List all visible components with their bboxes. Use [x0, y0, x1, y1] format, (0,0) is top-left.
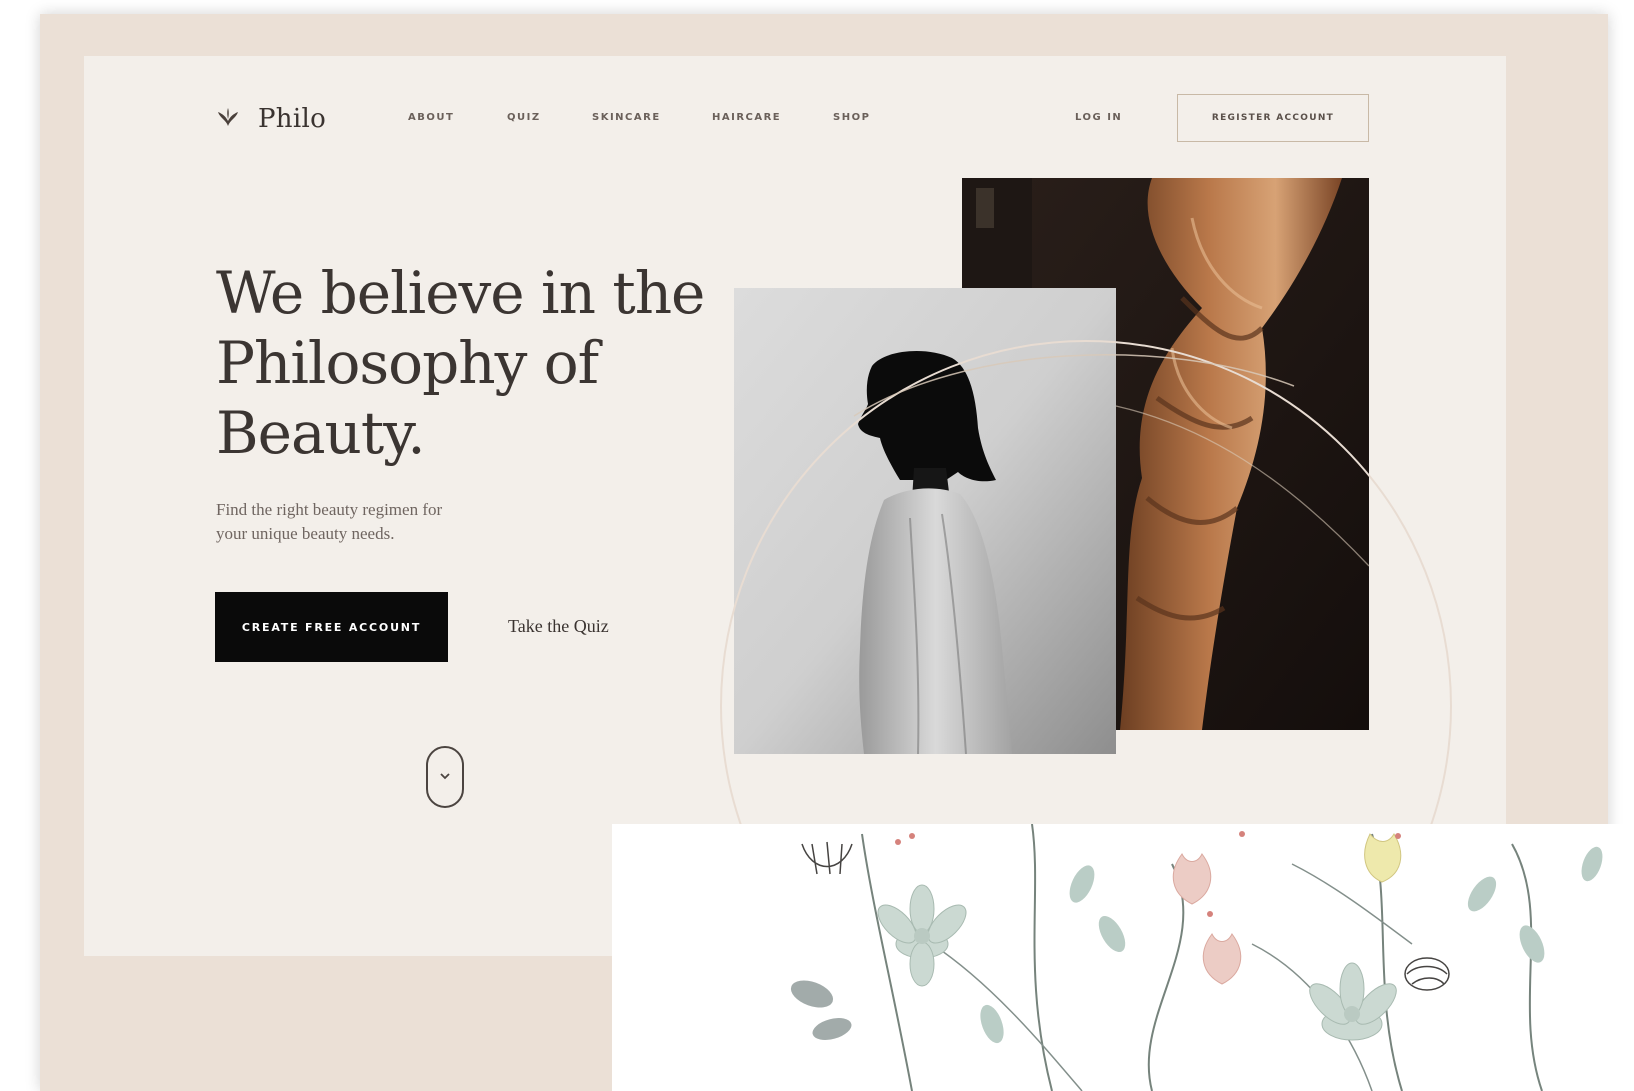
login-link[interactable]: LOG IN	[1075, 112, 1122, 123]
headline-line-2: Philosophy of	[216, 329, 599, 397]
register-account-button[interactable]: REGISTER ACCOUNT	[1177, 94, 1369, 142]
brand-logo[interactable]: Philo	[216, 104, 326, 134]
nav-link-skincare[interactable]: SKINCARE	[592, 112, 661, 123]
nav-link-about[interactable]: ABOUT	[408, 112, 454, 123]
headline-line-3: Beauty.	[216, 399, 426, 467]
subtext-line-1: Find the right beauty regimen for	[216, 500, 443, 519]
scroll-down-button[interactable]	[426, 746, 464, 808]
nav-link-haircare[interactable]: HAIRCARE	[712, 112, 781, 123]
nav-link-quiz[interactable]: QUIZ	[507, 112, 541, 123]
headline-line-1: We believe in the	[216, 259, 705, 327]
brand-name: Philo	[258, 104, 327, 134]
chevron-down-icon	[439, 768, 451, 786]
create-account-button[interactable]: CREATE FREE ACCOUNT	[215, 592, 448, 662]
landing-page: Philo ABOUT QUIZ SKINCARE HAIRCARE SHOP …	[84, 56, 1506, 956]
nav-link-shop[interactable]: SHOP	[833, 112, 870, 123]
hero-headline: We believe in the Philosophy of Beauty.	[216, 258, 736, 468]
floral-pattern-overlay	[612, 824, 1634, 1091]
leaf-crown-icon	[216, 106, 240, 133]
take-quiz-link[interactable]: Take the Quiz	[508, 616, 609, 637]
woman-silhouette-photo	[734, 288, 1116, 755]
hero-subtext: Find the right beauty regimen for your u…	[216, 498, 496, 546]
subtext-line-2: your unique beauty needs.	[216, 524, 395, 543]
